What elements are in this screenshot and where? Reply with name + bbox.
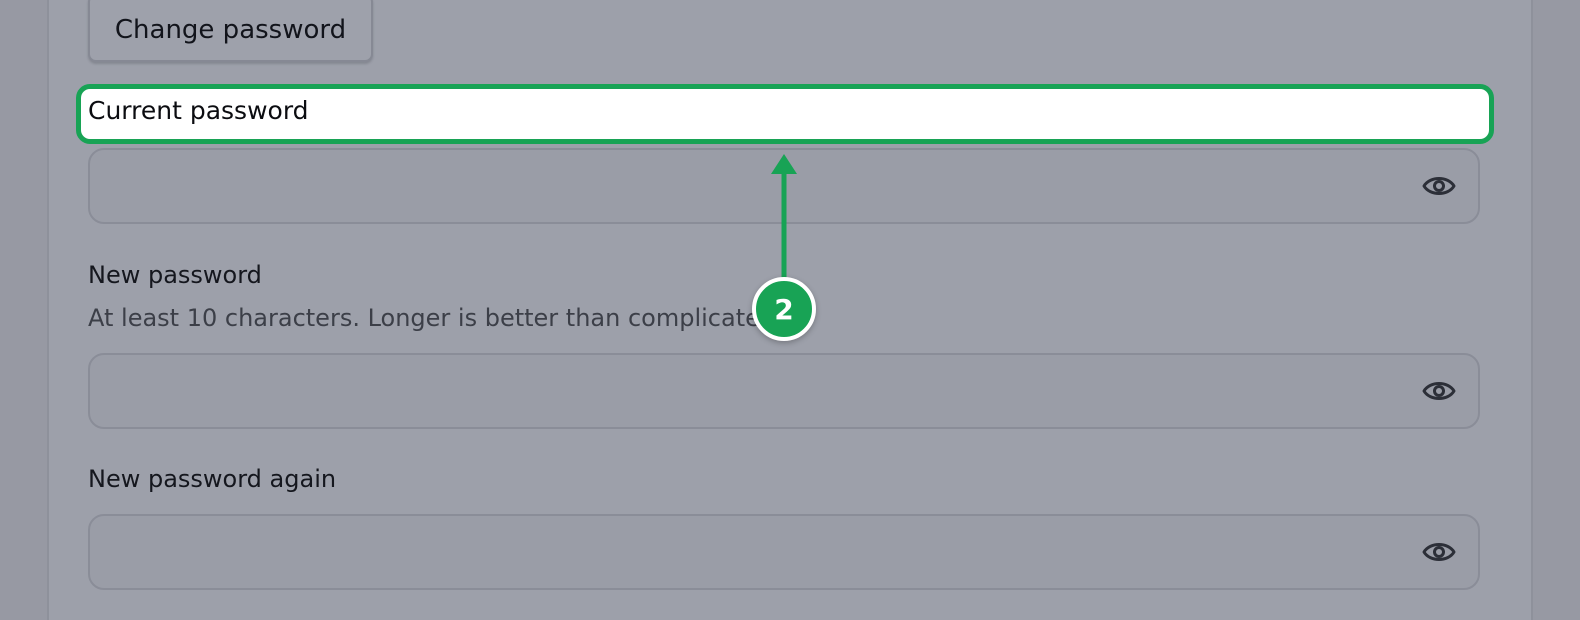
eye-icon[interactable] <box>1422 540 1456 564</box>
new-password-hint: At least 10 characters. Longer is better… <box>88 304 783 332</box>
current-password-label: Current password <box>88 96 309 125</box>
change-password-button-label: Change password <box>114 15 347 45</box>
new-password-input[interactable] <box>88 353 1480 429</box>
eye-icon[interactable] <box>1422 174 1456 198</box>
new-password-again-label: New password again <box>88 465 337 493</box>
new-password-again-input[interactable] <box>88 514 1480 590</box>
change-password-button[interactable]: Change password <box>88 0 373 62</box>
new-password-label: New password <box>88 261 262 289</box>
annotation-arrow <box>771 154 797 278</box>
step-number-badge: 2 <box>752 277 816 341</box>
eye-icon[interactable] <box>1422 379 1456 403</box>
step-number: 2 <box>774 292 794 326</box>
